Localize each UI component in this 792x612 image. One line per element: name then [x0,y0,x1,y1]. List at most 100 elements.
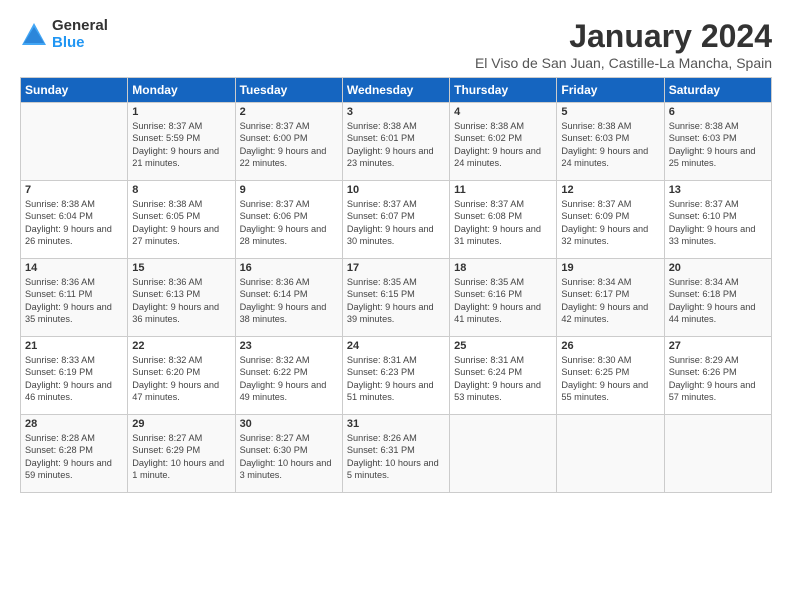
cell-content: Sunrise: 8:32 AM Sunset: 6:22 PM Dayligh… [240,354,338,404]
header-cell-thursday: Thursday [450,78,557,103]
cell-content: Sunrise: 8:37 AM Sunset: 6:06 PM Dayligh… [240,198,338,248]
logo-blue: Blue [52,35,108,52]
cell-content: Sunrise: 8:38 AM Sunset: 6:01 PM Dayligh… [347,120,445,170]
cell-content: Sunrise: 8:38 AM Sunset: 6:05 PM Dayligh… [132,198,230,248]
calendar-cell [557,415,664,493]
cell-content: Sunrise: 8:38 AM Sunset: 6:02 PM Dayligh… [454,120,552,170]
cell-content: Sunrise: 8:37 AM Sunset: 5:59 PM Dayligh… [132,120,230,170]
header-row: SundayMondayTuesdayWednesdayThursdayFrid… [21,78,772,103]
cell-content: Sunrise: 8:38 AM Sunset: 6:03 PM Dayligh… [561,120,659,170]
day-number: 28 [25,418,123,430]
day-number: 18 [454,262,552,274]
day-number: 21 [25,340,123,352]
calendar-cell: 12Sunrise: 8:37 AM Sunset: 6:09 PM Dayli… [557,181,664,259]
day-number: 25 [454,340,552,352]
header-cell-wednesday: Wednesday [342,78,449,103]
day-number: 15 [132,262,230,274]
day-number: 23 [240,340,338,352]
day-number: 8 [132,184,230,196]
title-area: January 2024 El Viso de San Juan, Castil… [475,18,772,71]
header-cell-monday: Monday [128,78,235,103]
week-row-2: 14Sunrise: 8:36 AM Sunset: 6:11 PM Dayli… [21,259,772,337]
day-number: 1 [132,106,230,118]
day-number: 20 [669,262,767,274]
calendar-cell: 29 Sunrise: 8:27 AM Sunset: 6:29 PM Dayli… [128,415,235,493]
week-row-4: 28 Sunrise: 8:28 AM Sunset: 6:28 PM Dayli… [21,415,772,493]
month-title: January 2024 [475,18,772,55]
day-number: 19 [561,262,659,274]
calendar-cell: 23 Sunrise: 8:32 AM Sunset: 6:22 PM Dayli… [235,337,342,415]
calendar-cell [21,103,128,181]
cell-content: Sunrise: 8:36 AM Sunset: 6:14 PM Dayligh… [240,276,338,326]
location-title: El Viso de San Juan, Castille-La Mancha,… [475,55,772,71]
calendar-cell: 5 Sunrise: 8:38 AM Sunset: 6:03 PM Daylig… [557,103,664,181]
calendar-cell: 20 Sunrise: 8:34 AM Sunset: 6:18 PM Dayli… [664,259,771,337]
header: General Blue January 2024 El Viso de San… [20,18,772,71]
cell-content: Sunrise: 8:30 AM Sunset: 6:25 PM Dayligh… [561,354,659,404]
calendar-cell: 31 Sunrise: 8:26 AM Sunset: 6:31 PM Dayli… [342,415,449,493]
calendar-cell: 8 Sunrise: 8:38 AM Sunset: 6:05 PM Daylig… [128,181,235,259]
cell-content: Sunrise: 8:31 AM Sunset: 6:24 PM Dayligh… [454,354,552,404]
calendar-cell: 2 Sunrise: 8:37 AM Sunset: 6:00 PM Daylig… [235,103,342,181]
cell-content: Sunrise: 8:37 AM Sunset: 6:10 PM Dayligh… [669,198,767,248]
calendar-cell: 22Sunrise: 8:32 AM Sunset: 6:20 PM Dayli… [128,337,235,415]
calendar-cell: 1 Sunrise: 8:37 AM Sunset: 5:59 PM Daylig… [128,103,235,181]
week-row-0: 1 Sunrise: 8:37 AM Sunset: 5:59 PM Daylig… [21,103,772,181]
calendar-cell [664,415,771,493]
logo-text: General Blue [52,18,108,51]
day-number: 4 [454,106,552,118]
calendar-cell: 30Sunrise: 8:27 AM Sunset: 6:30 PM Dayli… [235,415,342,493]
cell-content: Sunrise: 8:27 AM Sunset: 6:29 PM Dayligh… [132,432,230,482]
calendar-cell: 6 Sunrise: 8:38 AM Sunset: 6:03 PM Daylig… [664,103,771,181]
header-cell-sunday: Sunday [21,78,128,103]
calendar-cell: 25 Sunrise: 8:31 AM Sunset: 6:24 PM Dayli… [450,337,557,415]
calendar-cell: 13 Sunrise: 8:37 AM Sunset: 6:10 PM Dayli… [664,181,771,259]
cell-content: Sunrise: 8:34 AM Sunset: 6:17 PM Dayligh… [561,276,659,326]
cell-content: Sunrise: 8:34 AM Sunset: 6:18 PM Dayligh… [669,276,767,326]
week-row-3: 21 Sunrise: 8:33 AM Sunset: 6:19 PM Dayli… [21,337,772,415]
cell-content: Sunrise: 8:37 AM Sunset: 6:00 PM Dayligh… [240,120,338,170]
day-number: 22 [132,340,230,352]
cell-content: Sunrise: 8:36 AM Sunset: 6:13 PM Dayligh… [132,276,230,326]
calendar-cell: 24Sunrise: 8:31 AM Sunset: 6:23 PM Dayli… [342,337,449,415]
calendar-cell: 19 Sunrise: 8:34 AM Sunset: 6:17 PM Dayli… [557,259,664,337]
calendar-cell: 9Sunrise: 8:37 AM Sunset: 6:06 PM Daylig… [235,181,342,259]
calendar-cell: 17Sunrise: 8:35 AM Sunset: 6:15 PM Dayli… [342,259,449,337]
calendar-cell: 16 Sunrise: 8:36 AM Sunset: 6:14 PM Dayli… [235,259,342,337]
day-number: 16 [240,262,338,274]
cell-content: Sunrise: 8:33 AM Sunset: 6:19 PM Dayligh… [25,354,123,404]
calendar-cell: 3 Sunrise: 8:38 AM Sunset: 6:01 PM Daylig… [342,103,449,181]
day-number: 10 [347,184,445,196]
cell-content: Sunrise: 8:36 AM Sunset: 6:11 PM Dayligh… [25,276,123,326]
cell-content: Sunrise: 8:28 AM Sunset: 6:28 PM Dayligh… [25,432,123,482]
logo-general: General [52,18,108,35]
calendar-cell: 7Sunrise: 8:38 AM Sunset: 6:04 PM Daylig… [21,181,128,259]
calendar-cell: 11Sunrise: 8:37 AM Sunset: 6:08 PM Dayli… [450,181,557,259]
cell-content: Sunrise: 8:29 AM Sunset: 6:26 PM Dayligh… [669,354,767,404]
day-number: 7 [25,184,123,196]
calendar-cell: 18Sunrise: 8:35 AM Sunset: 6:16 PM Dayli… [450,259,557,337]
day-number: 27 [669,340,767,352]
day-number: 2 [240,106,338,118]
day-number: 3 [347,106,445,118]
calendar-cell: 10Sunrise: 8:37 AM Sunset: 6:07 PM Dayli… [342,181,449,259]
cell-content: Sunrise: 8:26 AM Sunset: 6:31 PM Dayligh… [347,432,445,482]
day-number: 29 [132,418,230,430]
day-number: 31 [347,418,445,430]
calendar-cell: 4 Sunrise: 8:38 AM Sunset: 6:02 PM Daylig… [450,103,557,181]
day-number: 26 [561,340,659,352]
day-number: 13 [669,184,767,196]
day-number: 30 [240,418,338,430]
day-number: 5 [561,106,659,118]
calendar-cell: 27 Sunrise: 8:29 AM Sunset: 6:26 PM Dayli… [664,337,771,415]
cell-content: Sunrise: 8:31 AM Sunset: 6:23 PM Dayligh… [347,354,445,404]
page: General Blue January 2024 El Viso de San… [0,0,792,503]
calendar-table: SundayMondayTuesdayWednesdayThursdayFrid… [20,77,772,493]
cell-content: Sunrise: 8:37 AM Sunset: 6:09 PM Dayligh… [561,198,659,248]
calendar-cell: 21 Sunrise: 8:33 AM Sunset: 6:19 PM Dayli… [21,337,128,415]
logo: General Blue [20,18,108,51]
cell-content: Sunrise: 8:38 AM Sunset: 6:03 PM Dayligh… [669,120,767,170]
day-number: 6 [669,106,767,118]
cell-content: Sunrise: 8:35 AM Sunset: 6:15 PM Dayligh… [347,276,445,326]
header-cell-friday: Friday [557,78,664,103]
